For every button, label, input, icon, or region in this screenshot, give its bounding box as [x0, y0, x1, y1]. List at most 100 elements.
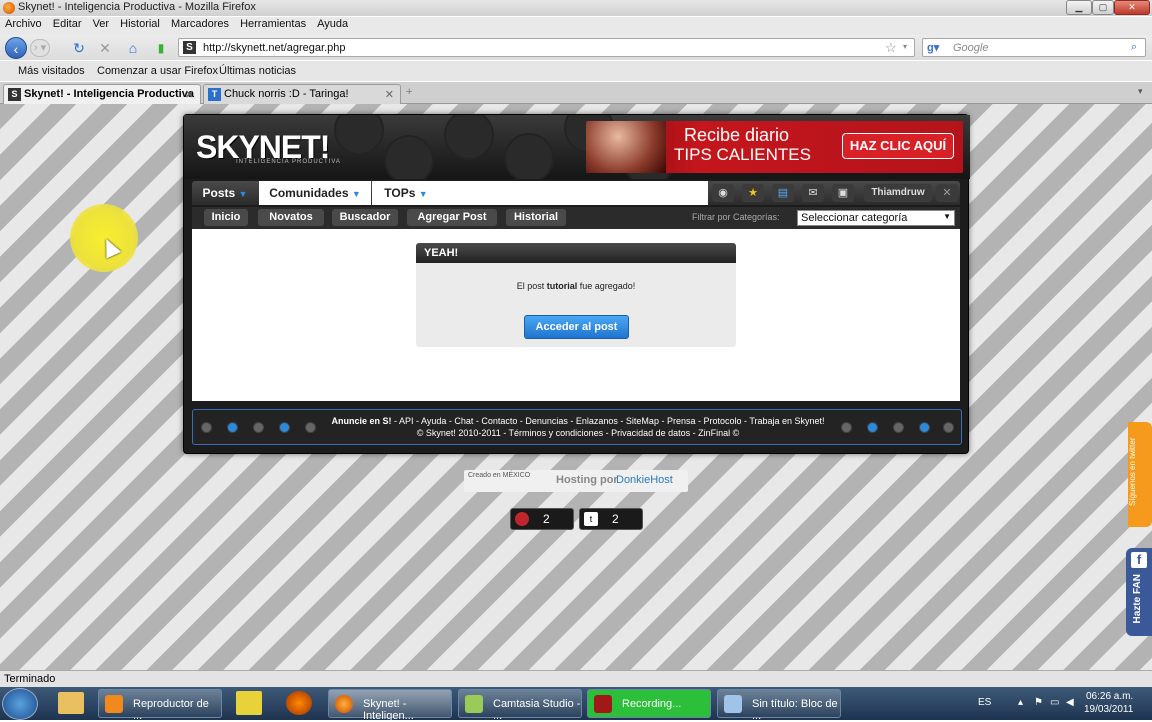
site-favicon: S	[183, 41, 196, 54]
menu-historial[interactable]: Historial	[117, 17, 163, 31]
menu-herramientas[interactable]: Herramientas	[237, 17, 309, 31]
hosting-brand: DonkieHost	[616, 474, 673, 486]
message-post: fue agregado!	[577, 281, 636, 291]
mail-icon[interactable]: ✉	[802, 184, 824, 202]
volume-icon[interactable]: ◀	[1066, 697, 1074, 708]
pes-icon[interactable]	[236, 691, 262, 715]
ad-banner[interactable]: Recibe diario TIPS CALIENTES HAZ CLIC AQ…	[586, 121, 963, 173]
task-recording[interactable]: Recording...	[587, 689, 711, 718]
task-label: Skynet! - Inteligen...	[363, 698, 414, 722]
subnav-inicio[interactable]: Inicio	[204, 209, 248, 226]
dropdown-icon[interactable]: ▾	[903, 42, 907, 51]
skynet-favicon: S	[8, 88, 21, 101]
menu-marcadores[interactable]: Marcadores	[168, 17, 232, 31]
maximize-button[interactable]: ▢	[1092, 0, 1114, 15]
ad-cta-button[interactable]: HAZ CLIC AQUÍ	[842, 133, 954, 159]
network-icon[interactable]: ▭	[1050, 697, 1059, 708]
facebook-fan-label: Hazte FAN	[1132, 574, 1143, 624]
footer-dot	[893, 422, 904, 433]
site-footer: Anuncie en S! - API - Ayuda - Chat - Con…	[192, 409, 962, 445]
tab-taringa[interactable]: T Chuck norris :D - Taringa! ✕	[203, 84, 401, 104]
category-select[interactable]: Seleccionar categoría ▼	[797, 210, 955, 226]
twitter-follow-tab[interactable]: Síguenos en twitter	[1128, 422, 1152, 527]
logo-subtitle: INTELIGENCIA PRODUCTIVA	[236, 159, 341, 165]
tab-skynet[interactable]: S Skynet! - Inteligencia Productiva ✕	[3, 84, 201, 104]
bookmark-ultimas-noticias[interactable]: Últimas noticias	[219, 65, 296, 77]
mexico-badge: Creado en MÉXICO	[468, 472, 531, 479]
flag-icon[interactable]: ⚑	[1034, 697, 1043, 708]
tab-tops[interactable]: TOPs ▼	[372, 181, 440, 205]
google-icon[interactable]: g▾	[927, 41, 939, 54]
new-tab-icon[interactable]: +	[406, 86, 412, 98]
task-notepad[interactable]: Sin título: Bloc de ...	[717, 689, 841, 722]
tab-posts[interactable]: Posts ▼	[192, 181, 258, 205]
star-icon[interactable]: ★	[742, 184, 764, 202]
ad-image	[586, 121, 666, 173]
bookmark-star-icon[interactable]: ☆	[885, 40, 897, 56]
search-box[interactable]: g▾ Google ⌕	[922, 38, 1146, 57]
subnav-agregar-post[interactable]: Agregar Post	[407, 209, 497, 226]
close-tab-icon[interactable]: ✕	[385, 88, 394, 101]
access-post-button[interactable]: Acceder al post	[524, 315, 629, 339]
nav-spacer	[440, 181, 708, 205]
subnav-buscador[interactable]: Buscador	[332, 209, 398, 226]
menu-archivo[interactable]: Archivo	[2, 17, 45, 31]
tab-label: Chuck norris :D - Taringa!	[224, 88, 349, 100]
close-button[interactable]: ✕	[1114, 0, 1150, 15]
start-button[interactable]	[2, 688, 38, 720]
task-label: Sin título: Bloc de ...	[752, 698, 838, 722]
user-menu[interactable]: Thiamdruw	[864, 184, 932, 202]
taskbar: Reproductor de ... Skynet! - Inteligen..…	[0, 687, 1152, 722]
task-camtasia[interactable]: Camtasia Studio - ...	[458, 689, 582, 722]
bookmark-comenzar[interactable]: Comenzar a usar Firefox	[97, 65, 218, 77]
search-placeholder: Google	[953, 42, 989, 54]
stop-icon[interactable]: ✕	[94, 37, 116, 59]
footer-advertise[interactable]: Anuncie en S!	[331, 416, 391, 426]
menu-ayuda[interactable]: Ayuda	[314, 17, 351, 31]
t-counter-icon: t	[584, 512, 598, 526]
logout-icon[interactable]: ✕	[936, 184, 958, 202]
explorer-icon[interactable]	[58, 692, 84, 714]
clock-time[interactable]: 06:26 a.m.	[1086, 691, 1133, 702]
task-firefox[interactable]: Skynet! - Inteligen...	[328, 689, 452, 722]
tab-comunidades[interactable]: Comunidades ▼	[259, 181, 371, 205]
forward-button[interactable]: › ▾	[30, 39, 50, 57]
hosting-banner[interactable]: Creado en MÉXICO Hosting por DonkieHost	[464, 470, 688, 492]
home-icon[interactable]: ⌂	[122, 37, 144, 59]
chevron-down-icon: ▼	[351, 189, 361, 199]
minimize-button[interactable]: ▁	[1066, 0, 1092, 15]
dropdown-arrow-icon: ▼	[943, 212, 951, 221]
notepad-icon	[724, 695, 742, 713]
url-text[interactable]: http://skynett.net/agregar.php	[203, 42, 345, 54]
language-indicator[interactable]: ES	[978, 697, 991, 708]
eye-icon[interactable]: ◉	[712, 184, 734, 202]
menu-editar[interactable]: Editar	[50, 17, 85, 31]
reload-icon[interactable]: ↻	[68, 37, 90, 59]
url-bar[interactable]: S http://skynett.net/agregar.php ☆ ▾	[178, 38, 915, 57]
footer-link-list[interactable]: - API - Ayuda - Chat - Contacto - Denunc…	[391, 416, 825, 426]
tray-arrow-icon[interactable]: ▴	[1018, 697, 1023, 708]
search-icon[interactable]: ⌕	[1131, 41, 1137, 54]
clock-date[interactable]: 19/03/2011	[1084, 704, 1133, 715]
task-media-player[interactable]: Reproductor de ...	[98, 689, 222, 722]
monitor-icon[interactable]: ▣	[832, 184, 854, 202]
counter-1[interactable]: 2	[510, 508, 574, 530]
facebook-fan-tab[interactable]: f Hazte FAN	[1126, 548, 1152, 636]
ad-line2: TIPS CALIENTES	[674, 145, 811, 164]
sub-nav: Inicio Novatos Buscador Agregar Post His…	[192, 207, 960, 229]
subnav-novatos[interactable]: Novatos	[258, 209, 324, 226]
tab-list-icon[interactable]: ▾	[1138, 86, 1143, 97]
bookmark-mas-visitados[interactable]: Más visitados	[18, 65, 85, 77]
signal-icon[interactable]: ▮	[150, 37, 172, 59]
counter-2[interactable]: t 2	[579, 508, 643, 530]
menu-ver[interactable]: Ver	[90, 17, 113, 31]
close-tab-icon[interactable]: ✕	[185, 88, 194, 101]
document-icon[interactable]: ▤	[772, 184, 794, 202]
status-bar: Terminado	[0, 670, 1152, 687]
back-button[interactable]: ‹	[5, 37, 27, 59]
subnav-historial[interactable]: Historial	[506, 209, 566, 226]
app-icon[interactable]	[286, 691, 312, 715]
message-title: YEAH!	[416, 243, 736, 263]
category-selected-value: Seleccionar categoría	[801, 212, 908, 224]
status-text: Terminado	[4, 673, 56, 685]
